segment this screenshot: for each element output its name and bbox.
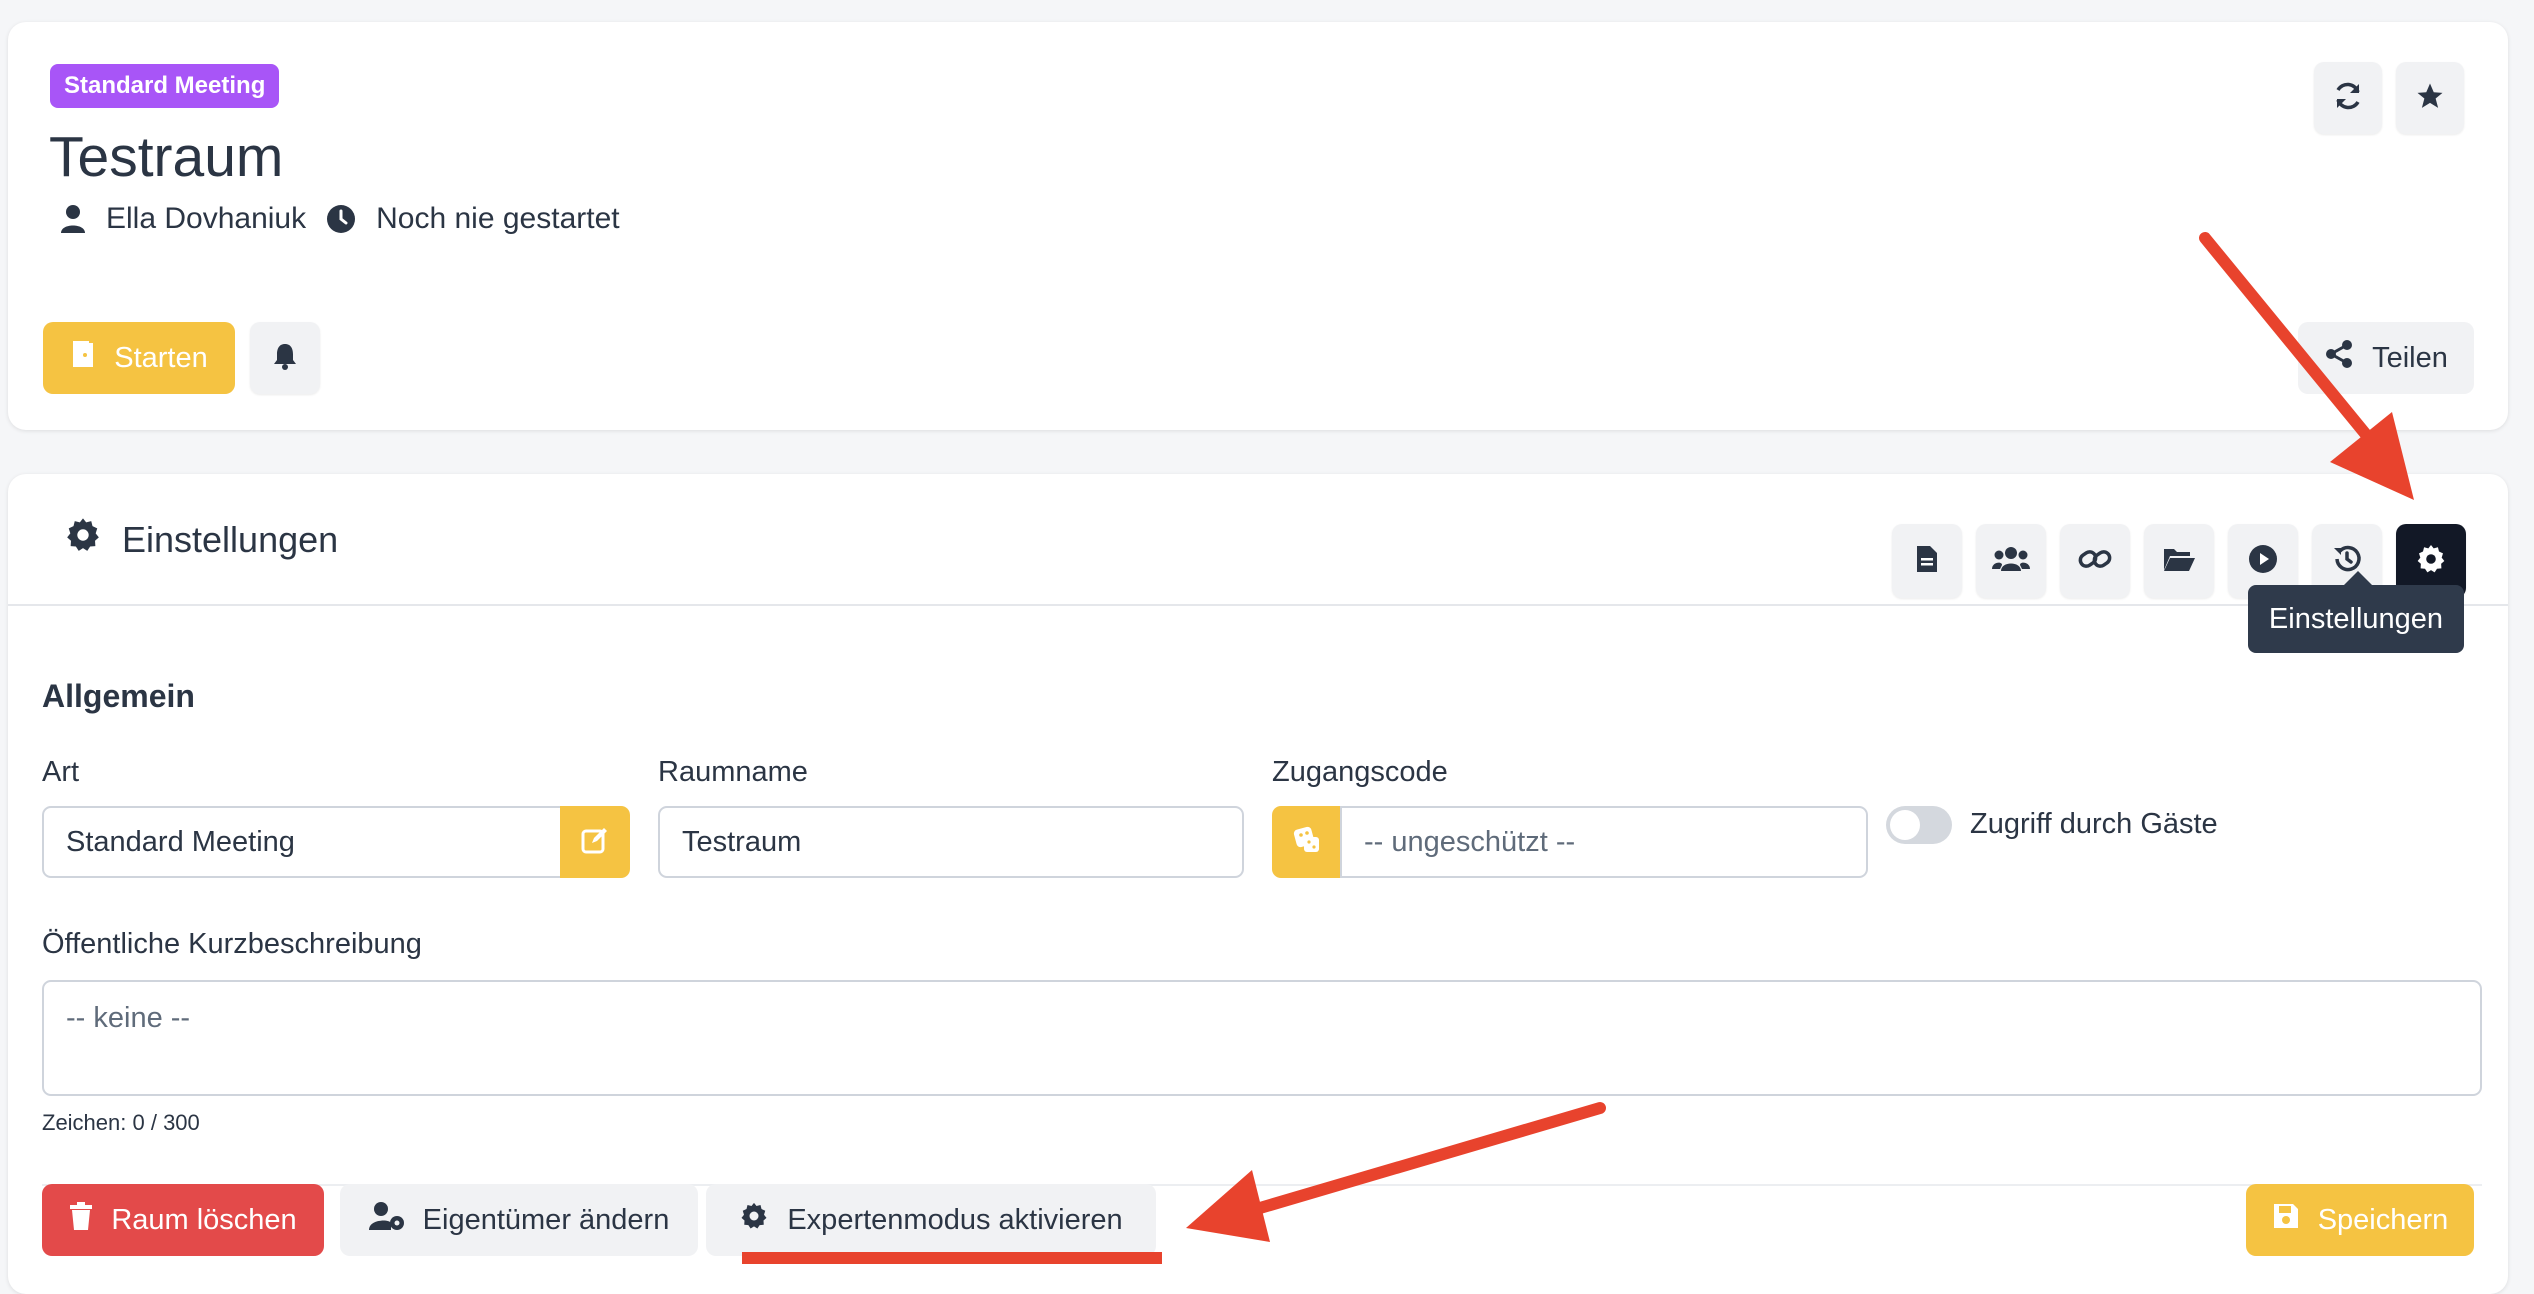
star-icon [2415, 81, 2445, 116]
access-code-field[interactable]: -- ungeschützt -- [1340, 806, 1868, 878]
change-owner-label: Eigentümer ändern [422, 1203, 670, 1236]
user-gear-icon [368, 1201, 423, 1239]
bell-icon [272, 342, 298, 375]
clock-icon [326, 204, 356, 234]
expert-mode-label: Expertenmodus aktivieren [787, 1203, 1123, 1236]
guest-access-toggle[interactable] [1886, 806, 1952, 844]
general-heading: Allgemein [42, 678, 195, 714]
delete-room-button[interactable]: Raum löschen [42, 1184, 324, 1256]
user-icon [60, 204, 86, 234]
generate-code-button[interactable] [1272, 806, 1342, 878]
users-icon [1992, 545, 2030, 578]
door-icon [70, 339, 114, 377]
roomname-field[interactable]: Testraum [658, 806, 1244, 878]
play-circle-icon [2248, 544, 2278, 579]
share-icon [2324, 339, 2372, 377]
settings-title-text: Einstellungen [122, 518, 339, 560]
reload-button[interactable] [2314, 62, 2382, 134]
share-label: Teilen [2372, 341, 2448, 374]
gear-icon [64, 516, 122, 563]
room-title: Testraum [49, 125, 284, 189]
share-button[interactable]: Teilen [2298, 322, 2474, 394]
settings-title: Einstellungen [64, 516, 338, 563]
settings-header: Einstellungen [8, 474, 2508, 606]
gear-icon [2415, 543, 2447, 580]
link-icon [2078, 544, 2112, 579]
room-owner: Ella Dovhaniuk [106, 202, 307, 235]
tab-files[interactable] [2144, 524, 2214, 598]
tab-members[interactable] [1976, 524, 2046, 598]
gear-icon [739, 1201, 787, 1239]
tab-links[interactable] [2060, 524, 2130, 598]
file-text-icon [1915, 544, 1939, 579]
description-textarea[interactable]: -- keine -- [42, 980, 2482, 1096]
save-button[interactable]: Speichern [2246, 1184, 2474, 1256]
folder-open-icon [2162, 546, 2196, 577]
favorite-button[interactable] [2396, 62, 2464, 134]
dice-icon [1291, 824, 1323, 861]
settings-card: Einstellungen Einstellungen Allgemein Ar… [8, 474, 2508, 1294]
access-code-label: Zugangscode [1272, 756, 1448, 788]
start-button[interactable]: Starten [43, 322, 235, 394]
settings-tooltip: Einstellungen [2248, 571, 2464, 653]
art-field[interactable]: Standard Meeting [42, 806, 562, 878]
refresh-icon [2332, 80, 2364, 117]
tab-description[interactable] [1892, 524, 1962, 598]
expert-mode-button[interactable]: Expertenmodus aktivieren [706, 1184, 1156, 1256]
toggle-knob [1890, 810, 1920, 840]
trash-icon [69, 1201, 111, 1239]
delete-label: Raum löschen [111, 1203, 297, 1236]
roomname-label: Raumname [658, 756, 808, 788]
room-header-card: Standard Meeting Testraum Ella Dovhaniuk… [8, 22, 2508, 430]
edit-art-button[interactable] [560, 806, 630, 878]
save-label: Speichern [2317, 1203, 2449, 1236]
floppy-icon [2272, 1202, 2318, 1238]
room-status: Noch nie gestartet [376, 202, 620, 235]
notify-button[interactable] [250, 322, 320, 394]
art-label: Art [42, 756, 80, 788]
room-type-badge: Standard Meeting [50, 64, 280, 108]
change-owner-button[interactable]: Eigentümer ändern [340, 1184, 698, 1256]
char-counter: Zeichen: 0 / 300 [42, 1110, 200, 1135]
start-label: Starten [114, 341, 208, 374]
edit-icon [580, 825, 610, 860]
guest-access-label: Zugriff durch Gäste [1970, 808, 2218, 840]
room-meta: Ella Dovhaniuk Noch nie gestartet [60, 202, 620, 236]
description-label: Öffentliche Kurzbeschreibung [42, 928, 422, 960]
